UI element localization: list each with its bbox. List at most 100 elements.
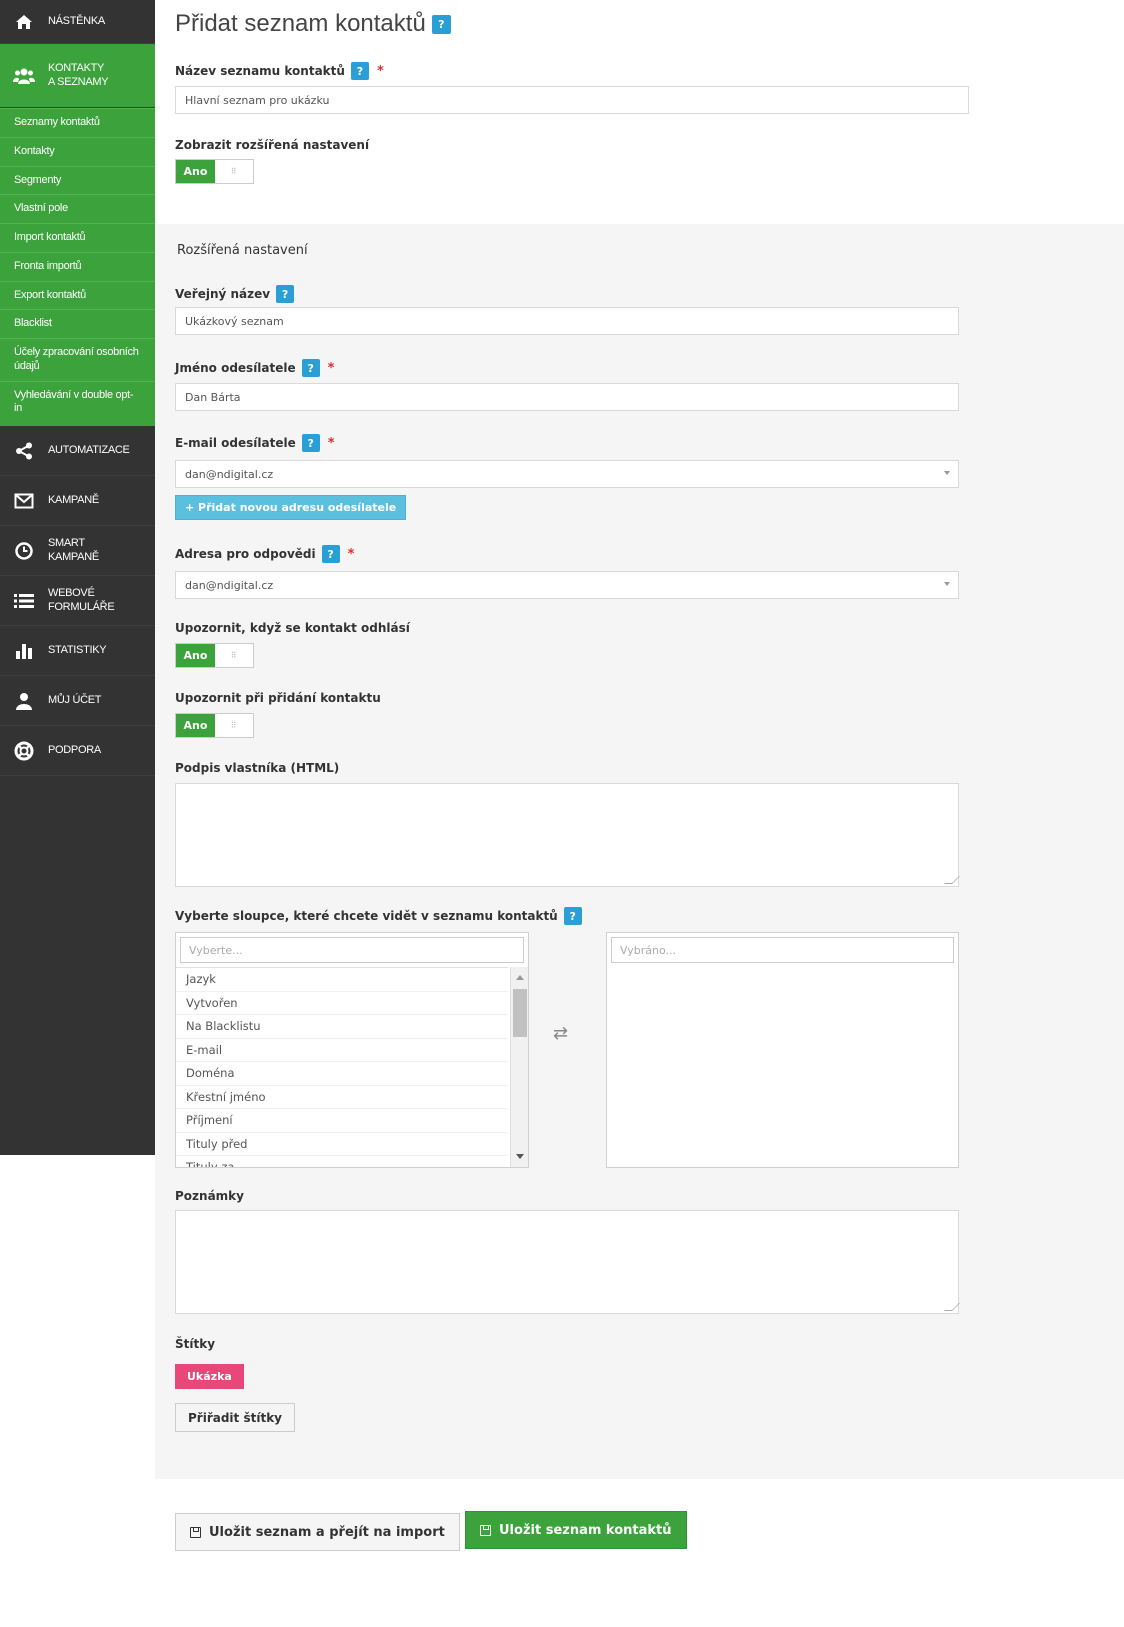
scroll-up-icon[interactable] — [516, 975, 524, 980]
show-advanced-label: Zobrazit rozšířená nastavení — [175, 138, 370, 152]
list-item[interactable]: Vytvořen — [176, 992, 508, 1015]
save-list-button[interactable]: Uložit seznam kontaktů — [465, 1511, 687, 1549]
clock-icon — [0, 541, 48, 560]
nav-item-statistics[interactable]: STATISTIKY — [0, 626, 155, 676]
main-content: Přidat seznam kontaktů ? Název seznamu k… — [155, 0, 1124, 1627]
help-icon[interactable]: ? — [431, 14, 451, 34]
selected-columns-box: Vybráno... — [606, 932, 959, 1168]
public-name-label: Veřejný název ? — [175, 285, 295, 303]
lifebuoy-icon — [0, 741, 48, 761]
notify-unsubscribe-label: Upozornit, když se kontakt odhlásí — [175, 621, 410, 635]
required-mark: * — [327, 435, 335, 451]
selected-columns-search[interactable]: Vybráno... — [611, 937, 954, 963]
help-icon[interactable]: ? — [563, 907, 582, 925]
user-icon — [0, 692, 48, 710]
subnav-item-contact-lists[interactable]: Seznamy kontaktů — [0, 108, 155, 137]
subnav-item-custom-fields[interactable]: Vlastní pole — [0, 194, 155, 223]
reply-to-select[interactable]: dan@ndigital.cz — [175, 571, 959, 599]
resize-handle-icon[interactable] — [944, 1303, 960, 1311]
public-name-input[interactable]: Ukázkový seznam — [175, 307, 959, 335]
available-columns-box: Vyberte... Jazyk Vytvořen Na Blacklistu … — [175, 932, 529, 1168]
nav-item-automation[interactable]: AUTOMATIZACE — [0, 426, 155, 476]
available-columns-search[interactable]: Vyberte... — [180, 937, 524, 963]
nav-label: AUTOMATIZACE — [48, 443, 130, 456]
nav-label: A SEZNAMY — [48, 75, 109, 88]
list-item[interactable]: Na Blacklistu — [176, 1015, 508, 1039]
nav-item-dashboard[interactable]: NÁSTĚNKA — [0, 0, 155, 44]
notes-label: Poznámky — [175, 1189, 244, 1203]
toggle-on-label: Ano — [176, 644, 215, 667]
add-sender-button[interactable]: + Přidat novou adresu odesílatele — [175, 495, 407, 520]
list-item[interactable]: Příjmení — [176, 1109, 508, 1133]
nav-item-support[interactable]: PODPORA — [0, 726, 155, 776]
help-icon[interactable]: ? — [350, 62, 369, 80]
subnav-item-segments[interactable]: Segmenty — [0, 165, 155, 195]
subnav-item-import[interactable]: Import kontaktů — [0, 223, 155, 252]
scrollbar[interactable] — [510, 967, 528, 1167]
nav-item-web-forms[interactable]: WEBOVÉ FORMULÁŘE — [0, 576, 155, 626]
contacts-subnav: Seznamy kontaktů Kontakty Segmenty Vlast… — [0, 108, 155, 426]
nav-item-contacts[interactable]: KONTAKTY A SEZNAMY — [0, 44, 155, 108]
tag-badge[interactable]: Ukázka — [175, 1364, 244, 1389]
nav-item-smart-campaigns[interactable]: SMART KAMPANĚ — [0, 526, 155, 576]
scrollbar-thumb[interactable] — [513, 989, 527, 1037]
nav-item-my-account[interactable]: MŮJ ÚČET — [0, 676, 155, 726]
nav-label: KAMPANĚ — [48, 550, 99, 563]
scroll-down-icon[interactable] — [516, 1154, 524, 1159]
notify-add-toggle[interactable]: Ano ⠿ — [175, 713, 254, 738]
save-icon — [190, 1526, 201, 1538]
list-item[interactable]: Křestní jméno — [176, 1086, 508, 1109]
nav-label: FORMULÁŘE — [48, 600, 115, 613]
chevron-down-icon — [944, 471, 950, 475]
assign-tags-button[interactable]: Přiřadit štítky — [175, 1403, 295, 1432]
help-icon[interactable]: ? — [301, 359, 320, 377]
nav-label: NÁSTĚNKA — [48, 14, 105, 27]
subnav-item-processing-purposes[interactable]: Účely zpracování osobních údajů — [0, 338, 155, 381]
sender-email-select[interactable]: dan@ndigital.cz — [175, 460, 959, 488]
tags-label: Štítky — [175, 1337, 216, 1351]
home-icon — [0, 14, 48, 30]
toggle-grip-icon: ⠿ — [230, 167, 238, 176]
show-advanced-toggle[interactable]: Ano ⠿ — [175, 159, 254, 184]
sidebar: NÁSTĚNKA KONTAKTY A SEZNAMY Seznamy kont… — [0, 0, 155, 1155]
users-icon — [0, 67, 48, 85]
notify-add-label: Upozornit při přidání kontaktu — [175, 691, 381, 705]
notify-unsubscribe-toggle[interactable]: Ano ⠿ — [175, 643, 254, 668]
list-item[interactable]: Doména — [176, 1062, 508, 1086]
sender-name-label: Jméno odesílatele ? * — [175, 359, 335, 377]
subnav-item-export[interactable]: Export kontaktů — [0, 280, 155, 310]
list-item[interactable]: Tituly za — [176, 1156, 508, 1167]
signature-label: Podpis vlastníka (HTML) — [175, 761, 340, 775]
list-item[interactable]: Jazyk — [176, 968, 508, 992]
bar-chart-icon — [0, 642, 48, 660]
nav-item-campaigns[interactable]: KAMPANĚ — [0, 476, 155, 526]
nav-label: WEBOVÉ — [48, 587, 95, 600]
available-columns-list: Jazyk Vytvořen Na Blacklistu E-mail Domé… — [176, 967, 508, 1167]
signature-textarea[interactable] — [175, 783, 960, 887]
nav-label: KONTAKTY — [48, 62, 105, 75]
share-icon — [0, 442, 48, 460]
transfer-arrows-icon: ⇄ — [553, 1023, 569, 1044]
required-mark: * — [327, 360, 335, 376]
help-icon[interactable]: ? — [321, 545, 340, 563]
list-item[interactable]: E-mail — [176, 1039, 508, 1062]
columns-label: Vyberte sloupce, které chcete vidět v se… — [175, 907, 582, 925]
resize-handle-icon[interactable] — [944, 876, 960, 884]
save-and-import-button[interactable]: Uložit seznam a přejít na import — [175, 1513, 460, 1551]
subnav-item-blacklist[interactable]: Blacklist — [0, 309, 155, 338]
sender-name-input[interactable]: Dan Bárta — [175, 383, 959, 411]
subnav-item-import-queue[interactable]: Fronta importů — [0, 251, 155, 281]
chevron-down-icon — [944, 582, 950, 586]
subnav-item-contacts[interactable]: Kontakty — [0, 136, 155, 166]
notes-textarea[interactable] — [175, 1210, 960, 1314]
required-mark: * — [347, 546, 355, 562]
toggle-grip-icon: ⠿ — [230, 651, 238, 660]
subnav-item-double-optin-search[interactable]: Vyhledávání v double opt-in — [0, 380, 155, 427]
help-icon[interactable]: ? — [301, 434, 320, 452]
sender-email-label: E-mail odesílatele ? * — [175, 434, 335, 452]
help-icon[interactable]: ? — [276, 285, 295, 303]
nav-label: STATISTIKY — [48, 643, 107, 656]
list-item[interactable]: Tituly před — [176, 1133, 508, 1156]
nav-label: KAMPANĚ — [48, 493, 99, 506]
list-name-input[interactable]: Hlavní seznam pro ukázku — [175, 86, 969, 114]
